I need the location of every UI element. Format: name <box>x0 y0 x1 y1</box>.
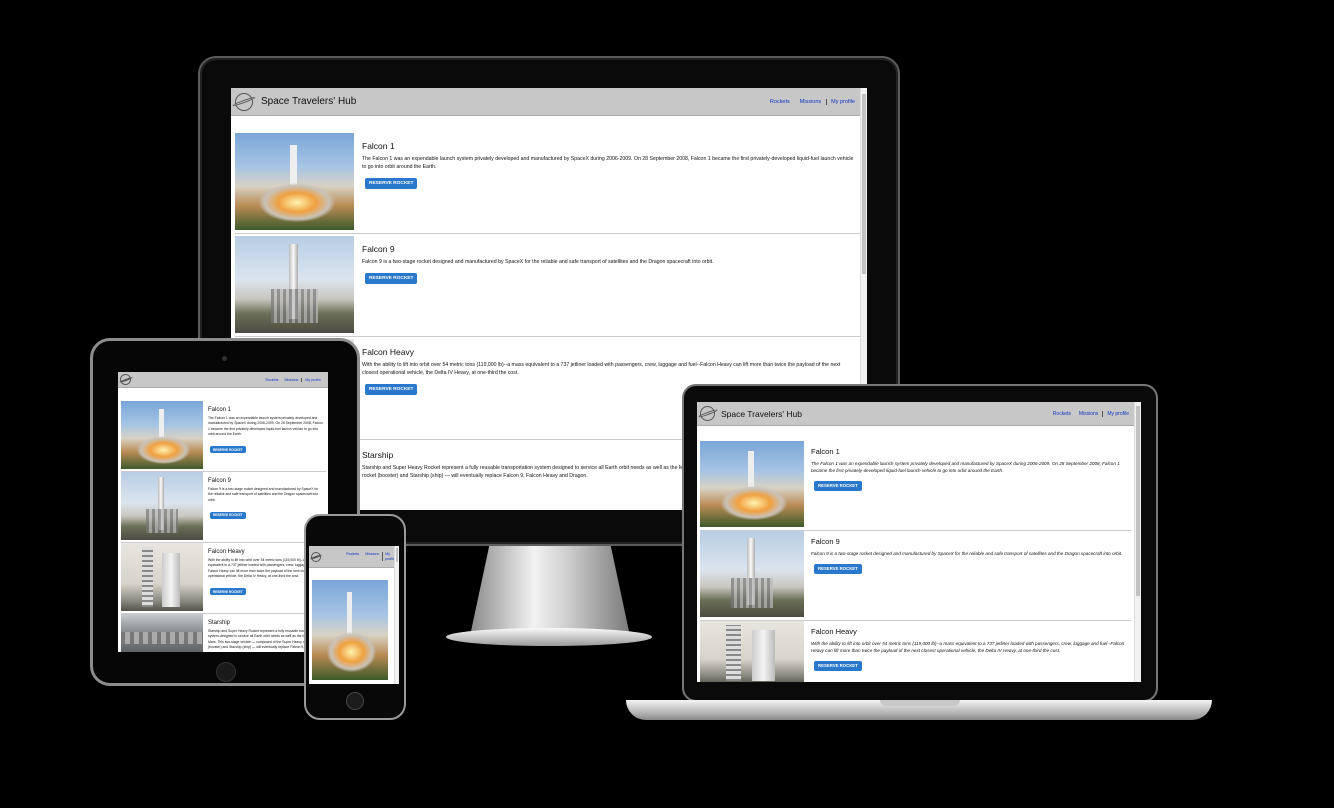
tablet-screen: Rockets Missions My profile Falcon 1 The… <box>118 372 328 652</box>
planet-icon <box>235 92 253 111</box>
rocket-description: The Falcon 1 was an expendable launch sy… <box>811 461 1120 473</box>
phone-screen: Rockets Missions My profile <box>309 546 399 684</box>
rocket-name: Falcon 1 <box>362 141 395 151</box>
rocket-image <box>121 614 203 652</box>
rocket-description: The Falcon 1 was an expendable launch sy… <box>362 156 854 170</box>
reserve-rocket-button[interactable]: RESERVE ROCKET <box>365 178 418 189</box>
nav-missions-link[interactable]: Missions <box>362 552 382 556</box>
tablet-home-button[interactable] <box>216 662 236 682</box>
laptop-notch <box>880 700 960 706</box>
nav-rockets-link[interactable]: Rockets <box>262 378 281 382</box>
nav-my-profile-link[interactable]: My profile <box>301 377 324 382</box>
scrollbar[interactable] <box>1134 402 1141 682</box>
reserve-rocket-button[interactable]: RESERVE ROCKET <box>814 563 862 574</box>
app-header: Rockets Missions My profile <box>309 546 399 568</box>
rocket-name: Falcon 1 <box>208 407 232 413</box>
laptop-screen: Space Travelers' Hub Rockets Missions My… <box>697 402 1141 682</box>
reserve-rocket-button[interactable]: RESERVE ROCKET <box>210 511 246 519</box>
rocket-row: Falcon 1 The Falcon 1 was an expendable … <box>121 401 326 472</box>
planet-icon <box>120 374 131 385</box>
reserve-rocket-button[interactable]: RESERVE ROCKET <box>814 660 862 671</box>
scrollbar-thumb[interactable] <box>862 94 866 274</box>
rocket-row: Falcon Heavy With the ability to lift in… <box>121 543 326 614</box>
app-header: Space Travelers' Hub Rockets Missions My… <box>697 402 1141 426</box>
rocket-row: Falcon 1 The Falcon 1 was an expendable … <box>235 131 863 234</box>
rocket-name: Falcon 9 <box>811 537 840 546</box>
reserve-rocket-button[interactable]: RESERVE ROCKET <box>210 446 246 454</box>
rocket-image <box>700 621 804 682</box>
reserve-rocket-button[interactable]: RESERVE ROCKET <box>814 480 862 491</box>
rocket-description: Falcon 9 is a two-stage rocket designed … <box>811 551 1123 556</box>
rocket-row: Starship Starship and Super Heavy Rocket… <box>121 614 326 652</box>
main-nav: Rockets Missions My profile <box>262 377 324 382</box>
nav-rockets-link[interactable]: Rockets <box>1049 411 1075 417</box>
app-header: Rockets Missions My profile <box>118 372 328 388</box>
rocket-description: With the ability to lift into orbit over… <box>362 362 841 376</box>
scrollbar[interactable] <box>394 546 399 684</box>
planet-icon <box>311 551 321 562</box>
rocket-name: Falcon 9 <box>208 478 232 484</box>
rocket-row: Falcon Heavy With the ability to lift in… <box>700 621 1131 682</box>
rocket-image <box>700 441 804 527</box>
monitor-base <box>446 628 652 646</box>
app-title: Space Travelers' Hub <box>261 96 357 107</box>
reserve-rocket-button[interactable]: RESERVE ROCKET <box>365 273 418 284</box>
rocket-name: Falcon 9 <box>362 244 395 254</box>
nav-missions-link[interactable]: Missions <box>281 378 301 382</box>
main-nav: Rockets Missions My profile <box>343 552 397 561</box>
rocket-list <box>309 568 399 680</box>
nav-rockets-link[interactable]: Rockets <box>765 99 795 105</box>
rocket-name: Falcon Heavy <box>811 627 857 636</box>
rocket-list: Falcon 1 The Falcon 1 was an expendable … <box>118 388 328 652</box>
rocket-row: Falcon 9 Falcon 9 is a two-stage rocket … <box>235 234 863 337</box>
tablet-camera <box>222 356 227 361</box>
rocket-description: Falcon 9 is a two-stage rocket designed … <box>208 487 319 502</box>
nav-rockets-link[interactable]: Rockets <box>343 552 362 556</box>
reserve-rocket-button[interactable]: RESERVE ROCKET <box>365 384 418 395</box>
rocket-row: Falcon 9 Falcon 9 is a two-stage rocket … <box>121 472 326 543</box>
rocket-description: Falcon 9 is a two-stage rocket designed … <box>362 259 714 265</box>
monitor-stand <box>470 546 630 636</box>
rocket-name: Falcon Heavy <box>362 347 414 357</box>
rocket-row: Falcon 1 The Falcon 1 was an expendable … <box>700 441 1131 531</box>
phone-home-button[interactable] <box>346 692 364 710</box>
rocket-image <box>121 401 203 469</box>
scrollbar-thumb[interactable] <box>396 548 398 562</box>
app-title: Space Travelers' Hub <box>721 408 802 419</box>
rocket-image <box>235 133 354 230</box>
rocket-row: Falcon 9 Falcon 9 is a two-stage rocket … <box>700 531 1131 621</box>
rocket-image <box>700 531 804 617</box>
nav-missions-link[interactable]: Missions <box>795 99 826 105</box>
rocket-image <box>121 472 203 540</box>
rocket-list: Falcon 1 The Falcon 1 was an expendable … <box>697 426 1141 682</box>
main-nav: Rockets Missions My profile <box>1049 410 1133 417</box>
reserve-rocket-button[interactable]: RESERVE ROCKET <box>210 588 246 596</box>
rocket-image <box>312 580 388 680</box>
app-header: Space Travelers' Hub Rockets Missions My… <box>231 88 867 116</box>
rocket-image <box>235 236 354 333</box>
scrollbar-thumb[interactable] <box>1136 406 1140 596</box>
rocket-image <box>121 543 203 611</box>
rocket-description: With the ability to lift into orbit over… <box>811 641 1125 653</box>
nav-my-profile-link[interactable]: My profile <box>1102 410 1133 417</box>
main-nav: Rockets Missions My profile <box>765 98 859 105</box>
rocket-description: The Falcon 1 was an expendable launch sy… <box>208 416 323 437</box>
nav-missions-link[interactable]: Missions <box>1075 411 1102 417</box>
nav-my-profile-link[interactable]: My profile <box>826 98 859 105</box>
rocket-name: Falcon 1 <box>811 447 840 456</box>
planet-icon <box>700 406 715 421</box>
nav-my-profile-line1: My <box>385 552 390 557</box>
